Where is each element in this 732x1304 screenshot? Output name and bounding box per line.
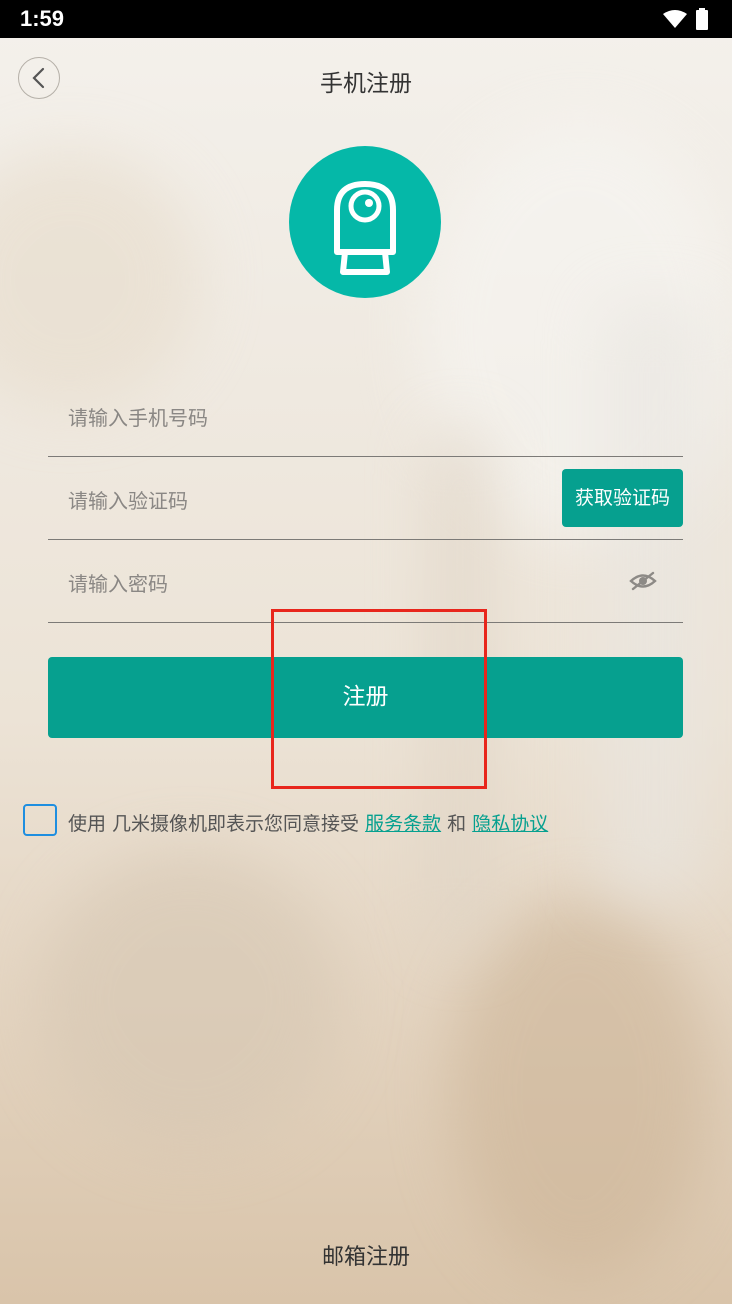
status-time: 1:59 <box>20 6 65 31</box>
terms-link[interactable]: 服务条款 <box>365 813 441 835</box>
background-blur <box>40 850 340 1150</box>
agreement-conjunction: 和 <box>441 813 473 835</box>
phone-input[interactable] <box>66 397 530 439</box>
email-register-link[interactable]: 邮箱注册 <box>0 1239 732 1271</box>
agreement-text: 使用 几米摄像机即表示您同意接受 服务条款 和 隐私协议 <box>68 809 548 836</box>
battery-icon <box>696 8 708 30</box>
screen: 1:59 手机注册 获取验证码 <box>0 0 732 1304</box>
highlight-box <box>271 609 487 789</box>
phone-field <box>48 375 683 457</box>
password-input[interactable] <box>66 563 530 605</box>
verification-code-field: 获取验证码 <box>48 458 683 540</box>
eye-hidden-icon[interactable] <box>629 571 657 591</box>
wifi-icon <box>663 10 687 28</box>
agree-checkbox[interactable] <box>23 804 57 836</box>
status-bar: 1:59 <box>0 0 732 38</box>
agreement-prefix: 使用 几米摄像机即表示您同意接受 <box>68 813 366 835</box>
background-blur <box>0 150 200 410</box>
camera-icon <box>334 181 396 275</box>
privacy-link[interactable]: 隐私协议 <box>472 813 548 835</box>
get-code-button[interactable]: 获取验证码 <box>562 469 683 527</box>
verification-code-input[interactable] <box>66 480 530 522</box>
page-title: 手机注册 <box>320 71 412 97</box>
app-logo <box>289 146 441 298</box>
background-blur <box>450 900 710 1280</box>
